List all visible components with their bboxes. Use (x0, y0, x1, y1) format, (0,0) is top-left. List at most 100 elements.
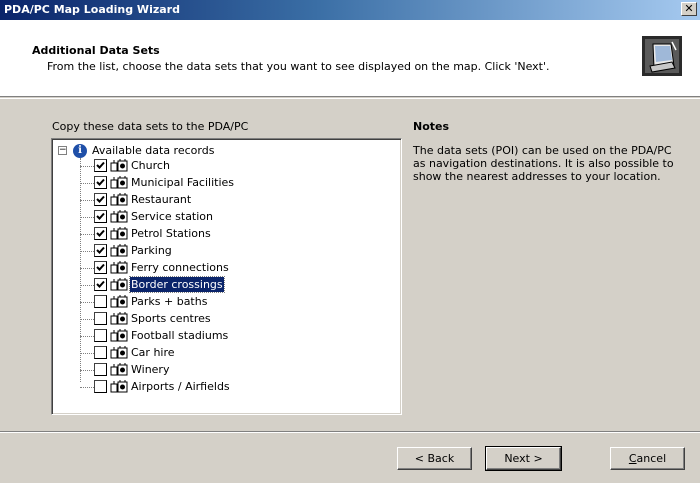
tree-item[interactable]: Church (80, 158, 380, 175)
cancel-label: ancel (636, 452, 667, 465)
tree-item-label: Airports / Airfields (131, 380, 230, 393)
checked-checkbox[interactable] (94, 176, 107, 189)
tree-item-label: Municipal Facilities (131, 176, 235, 189)
pda-device-icon (642, 36, 682, 76)
tree-item-label: Border crossings (129, 276, 225, 293)
header-divider (0, 98, 700, 99)
poi-icon (110, 193, 128, 206)
checkmark-icon (96, 229, 105, 237)
tree-connector (80, 302, 94, 303)
back-button[interactable]: < Back (397, 447, 472, 470)
wizard-header: Additional Data Sets From the list, choo… (0, 20, 700, 97)
tree-connector (80, 336, 94, 337)
checkmark-icon (96, 195, 105, 203)
poi-icon (110, 312, 128, 325)
tree-connector (80, 217, 94, 218)
footer-divider-highlight (0, 432, 700, 433)
notes-text: The data sets (POI) can be used on the P… (413, 144, 674, 183)
copy-datasets-label: Copy these data sets to the PDA/PC (52, 120, 249, 133)
tree-item[interactable]: Border crossings (80, 276, 380, 294)
tree-connector (80, 183, 94, 184)
poi-icon (110, 159, 128, 172)
tree-connector (80, 370, 94, 371)
unchecked-checkbox[interactable] (94, 380, 107, 393)
poi-icon (110, 244, 128, 257)
poi-icon (110, 176, 128, 189)
tree-item[interactable]: Restaurant (80, 192, 380, 209)
poi-icon (110, 278, 128, 291)
checked-checkbox[interactable] (94, 278, 107, 291)
checkmark-icon (96, 263, 105, 271)
cancel-accelerator: C (628, 452, 637, 465)
checkmark-icon (96, 212, 105, 220)
tree-item-label: Ferry connections (131, 261, 229, 274)
tree-connector (80, 285, 94, 286)
notes-title: Notes (413, 120, 450, 133)
collapse-icon[interactable]: − (58, 146, 67, 155)
dataset-tree[interactable]: − i Available data records Church Municip… (51, 138, 402, 415)
tree-item[interactable]: Parks + baths (80, 294, 380, 311)
title-bar[interactable]: PDA/PC Map Loading Wizard ✕ (0, 0, 700, 20)
tree-connector (80, 319, 94, 320)
tree-item[interactable]: Ferry connections (80, 260, 380, 277)
tree-item[interactable]: Sports centres (80, 311, 380, 328)
checkmark-icon (96, 161, 105, 169)
tree-root-label: Available data records (92, 144, 215, 157)
checked-checkbox[interactable] (94, 159, 107, 172)
close-icon: ✕ (684, 2, 694, 15)
poi-icon (110, 363, 128, 376)
poi-icon (110, 346, 128, 359)
tree-item-label: Service station (131, 210, 214, 223)
tree-connector (80, 353, 94, 354)
next-button[interactable]: Next > (485, 446, 562, 471)
tree-item-label: Parking (131, 244, 172, 257)
unchecked-checkbox[interactable] (94, 363, 107, 376)
checked-checkbox[interactable] (94, 193, 107, 206)
header-subtitle: From the list, choose the data sets that… (47, 60, 550, 73)
close-button[interactable]: ✕ (681, 2, 697, 16)
tree-item-label: Football stadiums (131, 329, 229, 342)
unchecked-checkbox[interactable] (94, 346, 107, 359)
tree-connector (80, 166, 94, 167)
tree-item-label: Car hire (131, 346, 175, 359)
tree-item-label: Winery (131, 363, 170, 376)
cancel-button[interactable]: Cancel (610, 447, 685, 470)
tree-connector (80, 200, 94, 201)
unchecked-checkbox[interactable] (94, 329, 107, 342)
header-title: Additional Data Sets (32, 44, 160, 57)
wizard-window: PDA/PC Map Loading Wizard ✕ Additional D… (0, 0, 700, 483)
tree-item[interactable]: Service station (80, 209, 380, 226)
poi-icon (110, 295, 128, 308)
tree-item[interactable]: Airports / Airfields (80, 379, 380, 396)
tree-item[interactable]: Winery (80, 362, 380, 379)
poi-icon (110, 227, 128, 240)
tree-item-label: Parks + baths (131, 295, 208, 308)
tree-item[interactable]: Football stadiums (80, 328, 380, 345)
checked-checkbox[interactable] (94, 227, 107, 240)
unchecked-checkbox[interactable] (94, 295, 107, 308)
tree-connector (80, 387, 94, 388)
tree-item[interactable]: Municipal Facilities (80, 175, 380, 192)
window-title: PDA/PC Map Loading Wizard (4, 3, 180, 16)
poi-icon (110, 380, 128, 393)
tree-item-label: Restaurant (131, 193, 192, 206)
unchecked-checkbox[interactable] (94, 312, 107, 325)
tree-connector (80, 234, 94, 235)
checked-checkbox[interactable] (94, 244, 107, 257)
checked-checkbox[interactable] (94, 210, 107, 223)
tree-item-label: Church (131, 159, 170, 172)
tree-item[interactable]: Parking (80, 243, 380, 260)
tree-item[interactable]: Petrol Stations (80, 226, 380, 243)
checked-checkbox[interactable] (94, 261, 107, 274)
checkmark-icon (96, 178, 105, 186)
tree-item[interactable]: Car hire (80, 345, 380, 362)
poi-icon (110, 210, 128, 223)
poi-icon (110, 261, 128, 274)
poi-icon (110, 329, 128, 342)
tree-connector (80, 268, 94, 269)
checkmark-icon (96, 280, 105, 288)
info-icon: i (73, 144, 87, 158)
tree-item-label: Sports centres (131, 312, 211, 325)
tree-item-label: Petrol Stations (131, 227, 211, 240)
checkmark-icon (96, 246, 105, 254)
